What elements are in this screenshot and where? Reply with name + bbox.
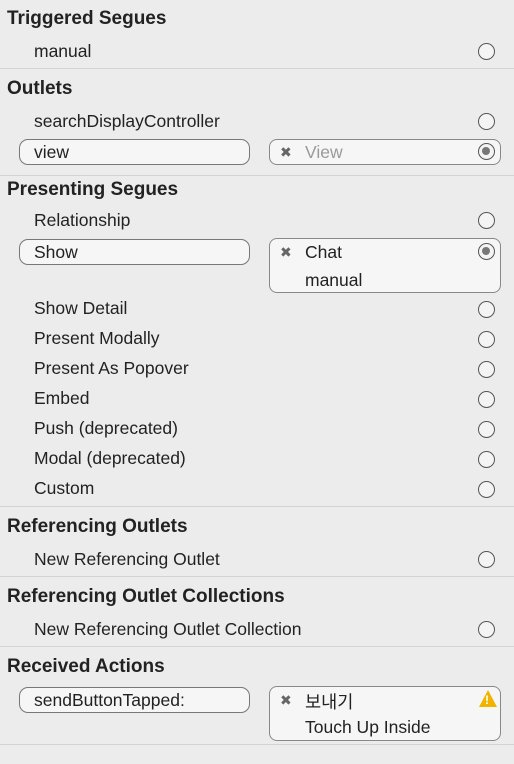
connected-target-box[interactable]: ✖ Chat manual — [269, 238, 501, 293]
warning-glyph: ! — [485, 693, 489, 707]
filled-circle-icon[interactable] — [478, 243, 495, 260]
connection-label: Custom — [34, 478, 95, 498]
connection-row-searchdisplaycontroller: searchDisplayController — [0, 107, 514, 137]
x-icon[interactable]: ✖ — [280, 692, 292, 709]
section-title: Received Actions — [7, 656, 165, 677]
connection-label: Push (deprecated) — [34, 418, 178, 438]
circle-icon[interactable] — [478, 43, 495, 60]
x-icon[interactable]: ✖ — [280, 244, 292, 261]
circle-icon[interactable] — [478, 331, 495, 348]
triggered-segues-section: Triggered Segues manual — [0, 0, 514, 69]
connected-source-pill[interactable]: sendButtonTapped: — [19, 687, 250, 713]
connection-label: Show Detail — [34, 298, 128, 318]
circle-icon[interactable] — [478, 621, 495, 638]
connected-target-box[interactable]: ✖ 보내기 Touch Up Inside ! — [269, 686, 501, 741]
circle-icon[interactable] — [478, 391, 495, 408]
connection-row-present-as-popover: Present As Popover — [0, 354, 514, 384]
connection-label: manual — [34, 41, 92, 61]
connection-label: Present Modally — [34, 328, 160, 348]
connection-label: Modal (deprecated) — [34, 448, 186, 468]
connection-label: Present As Popover — [34, 358, 189, 378]
target-label: 보내기 — [305, 692, 354, 712]
connection-label: New Referencing Outlet — [34, 549, 220, 569]
target-label: Chat — [305, 242, 342, 262]
connection-label: Show — [34, 242, 78, 262]
connected-source-pill[interactable]: view — [19, 139, 250, 165]
connection-row-show-detail: Show Detail — [0, 294, 514, 324]
circle-icon[interactable] — [478, 551, 495, 568]
connection-label: Embed — [34, 388, 90, 408]
connection-label: view — [34, 142, 70, 162]
connected-target-box[interactable]: ✖ View — [269, 139, 501, 165]
connection-row-relationship: Relationship — [0, 206, 514, 236]
connection-row-push-deprecated: Push (deprecated) — [0, 414, 514, 444]
circle-icon[interactable] — [478, 421, 495, 438]
connection-label: searchDisplayController — [34, 111, 220, 131]
connection-label: Relationship — [34, 210, 131, 230]
circle-icon[interactable] — [478, 451, 495, 468]
x-icon[interactable]: ✖ — [280, 144, 292, 161]
target-detail: Touch Up Inside — [305, 717, 431, 737]
connection-label: New Referencing Outlet Collection — [34, 619, 302, 639]
section-title: Referencing Outlets — [7, 516, 188, 537]
circle-icon[interactable] — [478, 361, 495, 378]
received-actions-section: Received Actions sendButtonTapped: ✖ 보내기… — [0, 647, 514, 745]
connection-row-new-referencing-outlet: New Referencing Outlet — [0, 545, 514, 575]
referencing-outlet-collections-section: Referencing Outlet Collections New Refer… — [0, 577, 514, 647]
circle-icon[interactable] — [478, 113, 495, 130]
connection-row-embed: Embed — [0, 384, 514, 414]
connection-row-custom: Custom — [0, 474, 514, 504]
target-detail: manual — [305, 270, 363, 290]
connection-row-present-modally: Present Modally — [0, 324, 514, 354]
circle-icon[interactable] — [478, 481, 495, 498]
section-title: Triggered Segues — [7, 8, 167, 29]
connection-label: sendButtonTapped: — [34, 690, 185, 710]
outlets-section: Outlets searchDisplayController view ✖ V… — [0, 69, 514, 176]
section-title: Referencing Outlet Collections — [7, 586, 285, 607]
section-title: Presenting Segues — [7, 179, 179, 200]
connection-row-modal-deprecated: Modal (deprecated) — [0, 444, 514, 474]
connection-row-new-referencing-outlet-collection: New Referencing Outlet Collection — [0, 615, 514, 645]
circle-icon[interactable] — [478, 301, 495, 318]
filled-circle-icon[interactable] — [478, 143, 495, 160]
connected-source-pill[interactable]: Show — [19, 239, 250, 265]
warning-triangle-icon: ! — [479, 690, 497, 707]
connection-row-manual: manual — [0, 37, 514, 67]
circle-icon[interactable] — [478, 212, 495, 229]
referencing-outlets-section: Referencing Outlets New Referencing Outl… — [0, 507, 514, 577]
target-label: View — [305, 142, 343, 162]
presenting-segues-section: Presenting Segues Relationship Show ✖ Ch… — [0, 176, 514, 507]
section-title: Outlets — [7, 78, 73, 99]
